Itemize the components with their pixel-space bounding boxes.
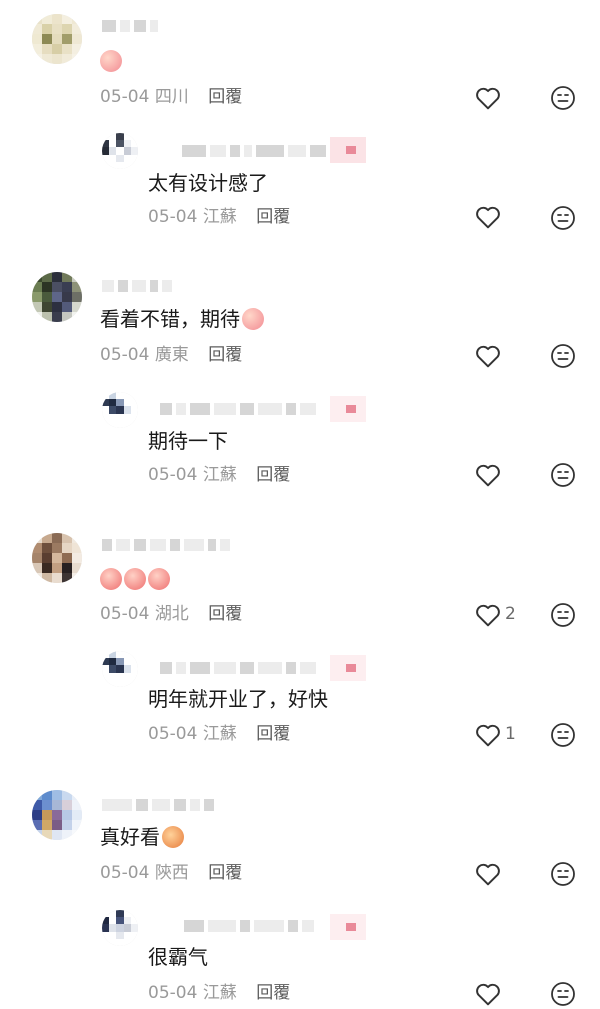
peach-emoji (242, 308, 264, 330)
reply-button[interactable]: 回覆 (208, 863, 242, 883)
comment-meta: 05-04 陝西 回覆 (100, 862, 242, 884)
avatar[interactable] (102, 392, 138, 428)
reply-meta: 05-04 江蘇 回覆 (148, 464, 290, 486)
user-badge (330, 914, 366, 940)
heart-outline-icon[interactable] (475, 205, 501, 229)
reply-date: 05-04 (148, 983, 198, 1003)
reply-meta: 05-04 江蘇 回覆 (148, 982, 290, 1004)
reply-meta: 05-04 江蘇 回覆 (148, 206, 290, 228)
comment-text: 真好看 (100, 824, 184, 850)
avatar[interactable] (32, 14, 82, 64)
username-redacted[interactable] (160, 660, 316, 676)
reply-date: 05-04 (148, 724, 198, 744)
reply-button[interactable]: 回覆 (256, 465, 290, 485)
reply-date: 05-04 (148, 465, 198, 485)
avatar[interactable] (102, 651, 138, 687)
like-count: 1 (505, 724, 516, 744)
reply-location: 江蘇 (202, 724, 237, 744)
neutral-face-icon[interactable] (550, 722, 576, 748)
username-redacted[interactable] (102, 537, 230, 553)
comment-meta: 05-04 廣東 回覆 (100, 344, 242, 366)
neutral-face-icon[interactable] (550, 85, 576, 111)
comment-location: 湖北 (154, 604, 189, 624)
heart-outline-icon[interactable] (475, 723, 501, 747)
avatar[interactable] (32, 272, 82, 322)
neutral-face-icon[interactable] (550, 602, 576, 628)
user-badge (330, 137, 366, 163)
heart-outline-icon[interactable] (475, 982, 501, 1006)
avatar[interactable] (102, 133, 138, 169)
comment-text: 看着不错，期待 (100, 306, 264, 332)
thumbs-up-emoji (148, 568, 170, 590)
username-redacted[interactable] (102, 797, 214, 813)
heart-outline-icon[interactable] (475, 86, 501, 110)
reply-text: 很霸气 (148, 945, 208, 969)
heart-outline-icon[interactable] (475, 862, 501, 886)
avatar[interactable] (102, 910, 138, 946)
comment-meta: 05-04 四川 回覆 (100, 86, 242, 108)
neutral-face-icon[interactable] (550, 343, 576, 369)
reply-text: 太有设计感了 (148, 171, 268, 195)
peach-emoji (100, 50, 122, 72)
thumbs-up-emoji (100, 568, 122, 590)
reply-button[interactable]: 回覆 (208, 87, 242, 107)
user-badge (330, 655, 366, 681)
heart-outline-icon[interactable] (475, 603, 501, 627)
avatar[interactable] (32, 790, 82, 840)
comment-text (100, 566, 172, 592)
username-redacted[interactable] (102, 18, 158, 34)
username-redacted[interactable] (160, 401, 316, 417)
neutral-face-icon[interactable] (550, 205, 576, 231)
user-badge (330, 396, 366, 422)
comment-location: 四川 (154, 87, 189, 107)
comment-date: 05-04 (100, 863, 150, 883)
reply-location: 江蘇 (202, 207, 237, 227)
reply-date: 05-04 (148, 207, 198, 227)
username-redacted[interactable] (182, 143, 326, 159)
avatar[interactable] (32, 533, 82, 583)
reply-button[interactable]: 回覆 (256, 207, 290, 227)
comment-location: 廣東 (154, 345, 189, 365)
reply-meta: 05-04 江蘇 回覆 (148, 723, 290, 745)
comment-date: 05-04 (100, 345, 150, 365)
comment-location: 陝西 (154, 863, 189, 883)
comment-date: 05-04 (100, 87, 150, 107)
cat-emoji (162, 826, 184, 848)
heart-outline-icon[interactable] (475, 344, 501, 368)
comment-text (100, 48, 122, 74)
reply-text: 期待一下 (148, 429, 228, 453)
reply-text: 明年就开业了，好快 (148, 687, 328, 711)
username-redacted[interactable] (184, 918, 314, 934)
reply-location: 江蘇 (202, 465, 237, 485)
reply-location: 江蘇 (202, 983, 237, 1003)
comment-meta: 05-04 湖北 回覆 (100, 603, 242, 625)
comment-date: 05-04 (100, 604, 150, 624)
thumbs-up-emoji (124, 568, 146, 590)
heart-outline-icon[interactable] (475, 463, 501, 487)
reply-button[interactable]: 回覆 (256, 724, 290, 744)
neutral-face-icon[interactable] (550, 462, 576, 488)
username-redacted[interactable] (102, 278, 172, 294)
reply-button[interactable]: 回覆 (208, 345, 242, 365)
reply-button[interactable]: 回覆 (208, 604, 242, 624)
neutral-face-icon[interactable] (550, 861, 576, 887)
reply-button[interactable]: 回覆 (256, 983, 290, 1003)
like-count: 2 (505, 604, 516, 624)
neutral-face-icon[interactable] (550, 981, 576, 1007)
